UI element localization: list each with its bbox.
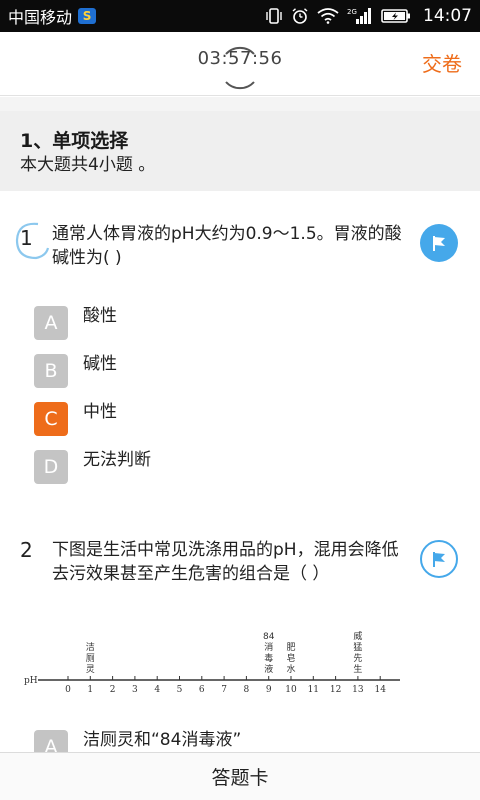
countdown-timer: 03:57:56 [197, 48, 283, 69]
flag-question-button[interactable] [420, 224, 458, 262]
ph-tick-label: 12 [330, 685, 341, 695]
section-description: 本大题共4小题 。 [20, 155, 156, 175]
ph-tick-label: 5 [177, 685, 183, 695]
ph-tick-label: 1 [87, 685, 93, 695]
question-number: 1 [20, 226, 33, 250]
option-letter: B [34, 354, 68, 388]
status-bar: 中国移动 S 2G 14:07 [0, 0, 480, 32]
option-text: 中性 [83, 402, 117, 422]
submit-exam-button[interactable]: 交卷 [422, 48, 462, 77]
network-type-label: 2G [347, 8, 357, 16]
vibrate-icon [265, 8, 283, 24]
option-text: 酸性 [83, 306, 117, 326]
divider [0, 97, 480, 111]
app-badge-icon: S [78, 8, 97, 24]
ph-tick-label: 14 [374, 685, 386, 695]
ph-axis-label: pH [24, 676, 38, 686]
ph-tick-label: 8 [244, 685, 250, 695]
ph-tick-label: 9 [266, 685, 272, 695]
ph-tick-label: 4 [154, 685, 160, 695]
ph-tick-label: 10 [285, 685, 297, 695]
battery-icon [381, 8, 411, 24]
ph-tick-label: 11 [308, 685, 319, 695]
ph-tick-label: 7 [221, 685, 227, 695]
alarm-icon [291, 7, 309, 25]
flag-icon [433, 236, 445, 251]
ph-tick-label: 13 [352, 685, 364, 695]
flag-question-button[interactable] [420, 540, 458, 578]
option-c[interactable]: C 中性 [34, 402, 117, 436]
ph-tick-label: 2 [110, 685, 116, 695]
section-title: 1、单项选择 [20, 130, 129, 152]
ph-scale-figure: pH 0 1 2 3 4 5 6 7 8 9 10 11 12 13 14 洁厕灵84 消毒液肥皂水威猛先生 [24, 630, 400, 695]
wifi-icon [317, 8, 339, 24]
option-text: 碱性 [83, 354, 117, 374]
option-b[interactable]: B 碱性 [34, 354, 117, 388]
ph-tick-label: 0 [65, 685, 71, 695]
option-letter: A [34, 306, 68, 340]
signal-icon: 2G [347, 7, 373, 25]
ph-product-label: 84 消毒液 [263, 632, 275, 675]
exam-top-bar: 03:57:56 交卷 [0, 32, 480, 96]
carrier-name: 中国移动 [8, 8, 73, 27]
ph-product-label: 肥皂水 [286, 642, 295, 675]
answer-card-button[interactable]: 答题卡 [0, 752, 480, 800]
option-d[interactable]: D 无法判断 [34, 450, 151, 484]
answer-card-label: 答题卡 [211, 767, 269, 789]
option-text: 无法判断 [83, 450, 151, 470]
question-number: 2 [20, 538, 33, 562]
status-icons: 2G 14:07 [265, 6, 472, 26]
question-text: 通常人体胃液的pH大约为0.9～1.5。胃液的酸碱性为( ) [52, 224, 402, 268]
status-clock: 14:07 [423, 6, 472, 26]
ph-tick-label: 6 [199, 685, 205, 695]
option-letter: D [34, 450, 68, 484]
option-letter: C [34, 402, 68, 436]
section-header: 1、单项选择 本大题共4小题 。 [0, 111, 480, 191]
flag-icon [433, 552, 445, 567]
question-text: 下图是生活中常见洗涤用品的pH，混用会降低去污效果甚至产生危害的组合是（ ） [52, 540, 399, 584]
option-a[interactable]: A 酸性 [34, 306, 117, 340]
ph-product-label: 洁厕灵 [86, 641, 95, 675]
ph-product-label: 威猛先生 [353, 630, 362, 675]
ph-tick-label: 3 [132, 685, 138, 695]
